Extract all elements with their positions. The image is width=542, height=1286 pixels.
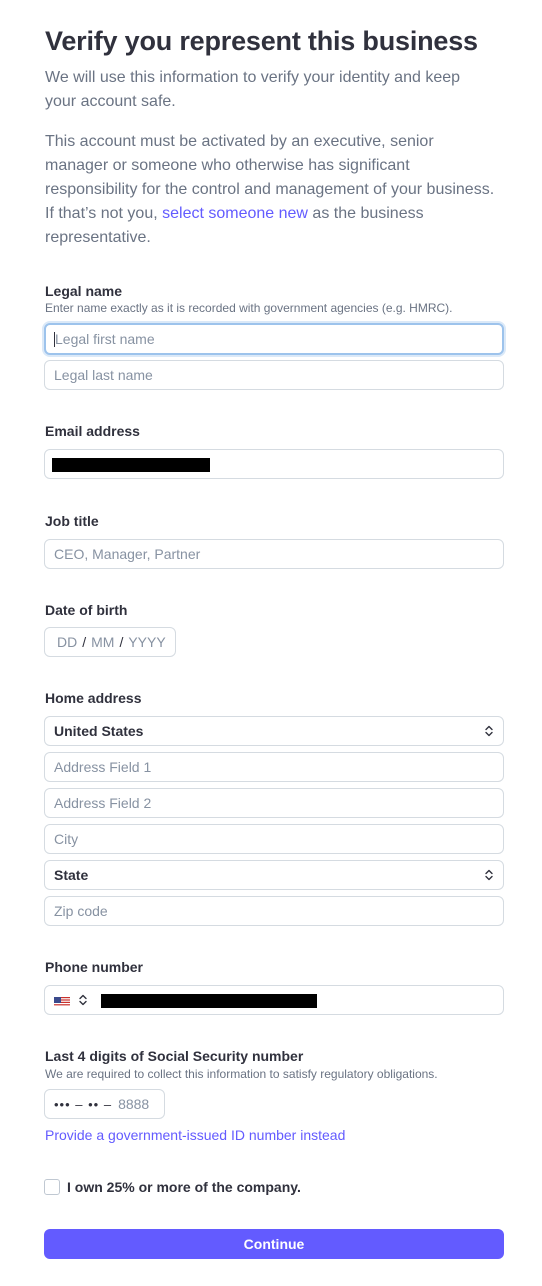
zip-code-field[interactable] <box>44 896 504 926</box>
country-select[interactable]: United States <box>44 716 504 746</box>
dob-separator: / <box>82 634 87 650</box>
legal-first-name-input[interactable] <box>55 331 494 347</box>
address-field-1[interactable] <box>44 752 504 782</box>
continue-button[interactable]: Continue <box>44 1229 504 1259</box>
ssn-last4-field[interactable]: ••• – •• – 8888 <box>44 1089 165 1119</box>
state-value: State <box>54 867 89 883</box>
select-someone-new-link[interactable]: select someone new <box>162 205 308 222</box>
email-label: Email address <box>45 423 140 439</box>
job-title-label: Job title <box>45 513 99 529</box>
phone-label: Phone number <box>45 959 144 975</box>
state-select[interactable]: State <box>44 860 504 890</box>
ownership-label[interactable]: I own 25% or more of the company. <box>67 1179 301 1195</box>
chevron-up-down-icon <box>78 993 88 1007</box>
country-value: United States <box>54 723 144 739</box>
job-title-field[interactable] <box>44 539 504 569</box>
chevron-up-down-icon <box>484 724 494 738</box>
ssn-last4-placeholder: 8888 <box>118 1096 150 1112</box>
phone-country-select[interactable] <box>54 993 88 1007</box>
phone-field[interactable] <box>44 985 504 1015</box>
chevron-up-down-icon <box>484 868 494 882</box>
city-field[interactable] <box>44 824 504 854</box>
ownership-checkbox[interactable] <box>44 1179 60 1195</box>
ssn-help: We are required to collect this informat… <box>45 1067 438 1081</box>
job-title-input[interactable] <box>54 546 494 562</box>
government-id-link[interactable]: Provide a government-issued ID number in… <box>45 1127 345 1143</box>
ownership-checkbox-row[interactable]: I own 25% or more of the company. <box>44 1179 301 1195</box>
legal-last-name-field[interactable] <box>44 360 504 390</box>
city-input[interactable] <box>54 831 494 847</box>
home-address-label: Home address <box>45 690 142 706</box>
dob-year-input[interactable]: YYYY <box>128 634 165 650</box>
address-field-2[interactable] <box>44 788 504 818</box>
legal-first-name-field[interactable] <box>44 323 504 355</box>
us-flag-icon <box>54 995 70 1006</box>
dob-label: Date of birth <box>45 602 128 618</box>
dob-month-input[interactable]: MM <box>91 634 114 650</box>
redacted-email <box>52 458 210 472</box>
zip-code-input[interactable] <box>54 903 494 919</box>
ssn-label: Last 4 digits of Social Security number <box>45 1048 304 1064</box>
representative-notice: This account must be activated by an exe… <box>45 130 495 250</box>
intro-text: We will use this information to verify y… <box>45 69 461 110</box>
email-field[interactable] <box>44 449 504 479</box>
dob-field[interactable]: DD / MM / YYYY <box>44 627 176 657</box>
address-line1-input[interactable] <box>54 759 494 775</box>
legal-last-name-input[interactable] <box>54 367 494 383</box>
page-title: Verify you represent this business <box>45 26 478 56</box>
legal-name-help: Enter name exactly as it is recorded wit… <box>45 301 453 315</box>
ssn-mask: ••• – •• – <box>54 1096 113 1112</box>
legal-name-label: Legal name <box>45 283 123 299</box>
dob-day-input[interactable]: DD <box>57 634 77 650</box>
redacted-phone-number <box>101 994 317 1008</box>
address-line2-input[interactable] <box>54 795 494 811</box>
dob-separator: / <box>119 634 124 650</box>
